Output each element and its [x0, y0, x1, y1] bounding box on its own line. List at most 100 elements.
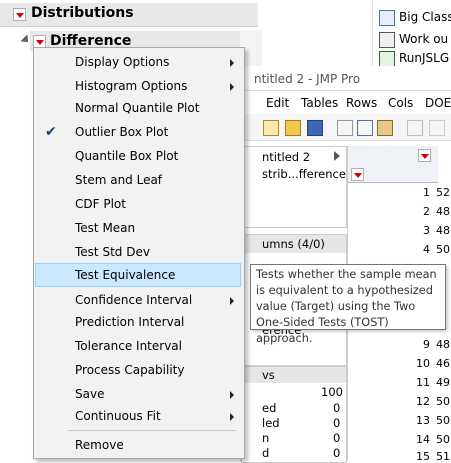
recent-item-label: Big Class: [399, 10, 451, 24]
submenu-arrow-icon: [230, 83, 234, 91]
columns-header: umns (4/0): [262, 237, 325, 251]
cell-value[interactable]: 48: [436, 338, 450, 351]
copy-icon[interactable]: [357, 120, 373, 136]
cell-value[interactable]: 52: [436, 186, 450, 199]
row-number: 11: [416, 376, 430, 389]
new-icon[interactable]: [263, 120, 279, 136]
rows-stat-value: 0: [333, 416, 341, 430]
cell-value[interactable]: 50: [436, 414, 450, 427]
recent-item-0[interactable]: Big Class: [377, 8, 451, 26]
cell-value[interactable]: 50: [436, 395, 450, 408]
menu-item-test-equivalence[interactable]: Test Equivalence: [35, 263, 241, 287]
distributions-red-triangle-icon[interactable]: [13, 8, 26, 21]
context-menu: Display Options Histogram Options Normal…: [33, 47, 245, 459]
menu-item-display-options[interactable]: Display Options: [35, 52, 241, 74]
open-folder-icon[interactable]: [285, 120, 301, 136]
rows-stat-value: 100: [321, 385, 343, 399]
menu-item-label: Display Options: [75, 55, 170, 69]
table-name: ntitled 2: [262, 150, 311, 164]
cell-value[interactable]: 49: [436, 376, 450, 389]
submenu-arrow-icon: [230, 391, 234, 399]
menu-item-label: Stem and Leaf: [75, 173, 163, 187]
menu-item-outlier-box-plot[interactable]: ✔ Outlier Box Plot: [35, 122, 241, 144]
menu-item-label: Tolerance Interval: [75, 339, 182, 353]
row-number: 2: [423, 205, 430, 218]
menu-item-label: Prediction Interval: [75, 315, 185, 329]
menu-item-stem-and-leaf[interactable]: Stem and Leaf: [35, 170, 241, 192]
cell-value[interactable]: 48: [436, 224, 450, 237]
tooltip: Tests whether the sample mean is equival…: [250, 264, 446, 345]
rows-header: vs: [262, 368, 275, 382]
checkmark-icon: ✔: [45, 124, 57, 140]
distributions-header: Distributions: [0, 3, 258, 27]
menu-item-tolerance-interval[interactable]: Tolerance Interval: [35, 336, 241, 358]
row-number: 15: [416, 450, 430, 463]
cell-value[interactable]: 51: [436, 450, 450, 463]
row-number: 13: [416, 414, 430, 427]
cut-icon[interactable]: [337, 120, 353, 136]
grid-red-triangle-icon[interactable]: [418, 149, 431, 162]
menu-item-histogram-options[interactable]: Histogram Options: [35, 76, 241, 98]
collapse-icon[interactable]: [334, 151, 340, 161]
menu-item-confidence-interval[interactable]: Confidence Interval: [35, 290, 241, 312]
cell-value[interactable]: 48: [436, 205, 450, 218]
recent-files-panel: Big Class Work ou RunJSLG: [372, 0, 451, 67]
menu-edit[interactable]: Edit: [266, 96, 289, 110]
menu-item-label: Continuous Fit: [75, 409, 161, 423]
menu-item-normal-quantile-plot[interactable]: Normal Quantile Plot: [35, 98, 241, 120]
cell-value[interactable]: 50: [436, 243, 450, 256]
menu-item-quantile-box-plot[interactable]: Quantile Box Plot: [35, 146, 241, 168]
window-title: ntitled 2 - JMP Pro: [254, 72, 361, 86]
menu-tables[interactable]: Tables: [301, 96, 338, 110]
cell-value[interactable]: 50: [436, 433, 450, 446]
menubar: Edit Tables Rows Cols DOE: [241, 91, 451, 113]
recent-item-label: Work ou: [399, 32, 449, 46]
menu-item-label: Remove: [75, 438, 124, 452]
menu-item-label: Test Equivalence: [75, 268, 176, 282]
menu-item-test-mean[interactable]: Test Mean: [35, 218, 241, 240]
table-panel: ntitled 2 strib...fference: [241, 146, 347, 228]
menu-rows[interactable]: Rows: [346, 96, 377, 110]
recent-item-label: RunJSLG: [399, 51, 450, 65]
menu-cols[interactable]: Cols: [388, 96, 413, 110]
menu-item-label: Normal Quantile Plot: [75, 101, 200, 115]
recent-item-2[interactable]: RunJSLG: [377, 50, 451, 67]
table-icon: [379, 10, 395, 26]
menu-item-remove[interactable]: Remove: [35, 435, 241, 457]
paste-icon[interactable]: [377, 120, 393, 136]
menu-item-label: Process Capability: [75, 363, 185, 377]
menu-item-label: Quantile Box Plot: [75, 149, 179, 163]
menu-separator: [68, 430, 236, 431]
menu-item-label: Test Mean: [75, 221, 136, 235]
row-number: 14: [416, 433, 430, 446]
submenu-arrow-icon: [230, 59, 234, 67]
toolbar: [241, 114, 451, 141]
menu-doe[interactable]: DOE: [425, 96, 451, 110]
document-icon: [379, 32, 395, 48]
menu-item-continuous-fit[interactable]: Continuous Fit: [35, 406, 241, 428]
submenu-arrow-icon: [230, 413, 234, 421]
cell-value[interactable]: 46: [436, 357, 450, 370]
rows-stat-value: 0: [333, 431, 341, 445]
row-number: 12: [416, 395, 430, 408]
rows-red-triangle-icon[interactable]: [351, 168, 364, 181]
script-item[interactable]: strib...fference: [262, 167, 346, 181]
grid-corner: [348, 146, 438, 183]
rows-stat-value: 0: [333, 401, 341, 415]
row-number: 1: [423, 186, 430, 199]
distributions-title: Distributions: [31, 5, 134, 21]
menu-item-save[interactable]: Save: [35, 384, 241, 406]
script-run-icon[interactable]: [407, 120, 423, 136]
menu-item-label: Outlier Box Plot: [75, 125, 169, 139]
recent-item-1[interactable]: Work ou: [377, 30, 451, 48]
menu-item-prediction-interval[interactable]: Prediction Interval: [35, 312, 241, 334]
save-icon[interactable]: [307, 120, 323, 136]
window-titlebar: ntitled 2 - JMP Pro: [241, 66, 451, 91]
rows-panel: vs 100 ed 0 led 0 n 0 d 0: [241, 366, 347, 463]
menu-item-cdf-plot[interactable]: CDF Plot: [35, 194, 241, 216]
lock-icon[interactable]: [429, 120, 445, 136]
submenu-arrow-icon: [230, 297, 234, 305]
menu-item-test-std-dev[interactable]: Test Std Dev: [35, 242, 241, 264]
rows-stat-label: ed: [262, 401, 277, 415]
menu-item-process-capability[interactable]: Process Capability: [35, 360, 241, 382]
